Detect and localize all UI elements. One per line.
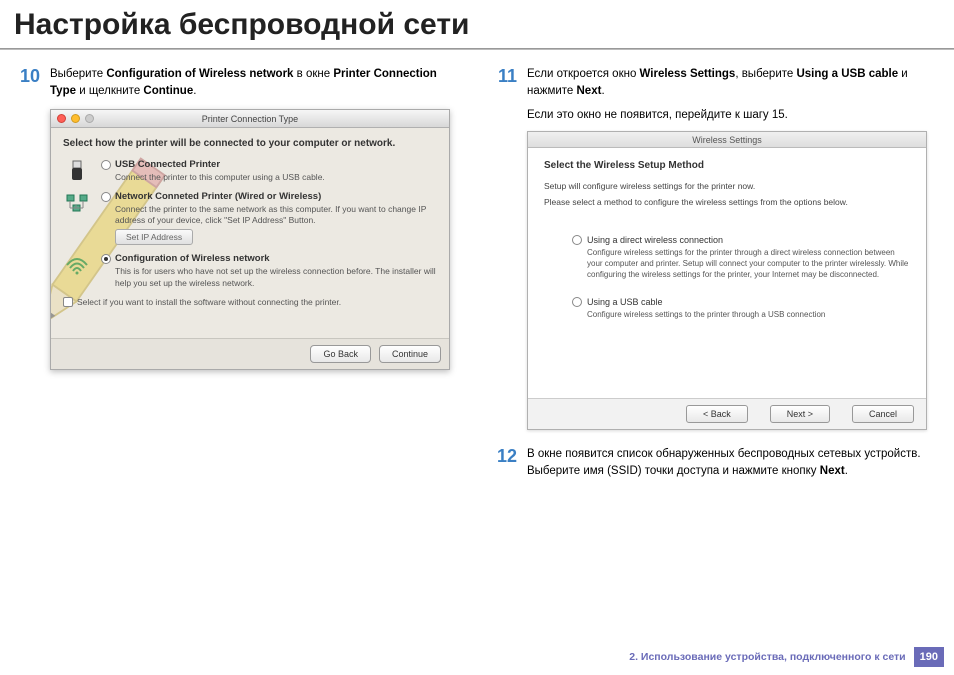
desc: This is for users who have not set up th… xyxy=(115,266,437,288)
t: . xyxy=(193,85,196,97)
step-number: 10 xyxy=(14,66,40,99)
dialog-titlebar: Printer Connection Type xyxy=(51,110,449,128)
footer-chapter: 2. Использование устройства, подключенно… xyxy=(629,651,905,663)
label: Configuration of Wireless network xyxy=(115,253,270,264)
radio-icon[interactable] xyxy=(572,235,582,245)
printer-connection-dialog: Printer Connection Type Select how the p… xyxy=(50,109,450,370)
label: Select if you want to install the softwa… xyxy=(77,297,341,307)
dialog-heading: Select how the printer will be connected… xyxy=(63,138,437,149)
label: USB Connected Printer xyxy=(115,159,220,170)
step-number: 11 xyxy=(491,66,517,99)
set-ip-button[interactable]: Set IP Address xyxy=(115,229,193,245)
step-text: Выберите Configuration of Wireless netwo… xyxy=(50,66,463,99)
dialog-footer: Go Back Continue xyxy=(51,338,449,369)
t: Если откроется окно xyxy=(527,68,640,80)
install-without-printer-checkbox[interactable]: Select if you want to install the softwa… xyxy=(63,297,437,307)
cancel-button[interactable]: Cancel xyxy=(852,405,914,423)
right-column: 11 Если откроется окно Wireless Settings… xyxy=(491,66,940,490)
title-underline xyxy=(0,48,954,50)
label: Network Conneted Printer (Wired or Wirel… xyxy=(115,191,321,202)
radio-icon[interactable] xyxy=(101,254,111,264)
step-11: 11 Если откроется окно Wireless Settings… xyxy=(491,66,940,99)
label: Using a direct wireless connection xyxy=(587,235,723,245)
checkbox-icon[interactable] xyxy=(63,297,73,307)
dialog-sub1: Setup will configure wireless settings f… xyxy=(544,181,910,191)
dialog-heading: Select the Wireless Setup Method xyxy=(544,160,910,171)
t: и щелкните xyxy=(76,85,143,97)
desc: Configure wireless settings for the prin… xyxy=(587,248,910,280)
back-button[interactable]: < Back xyxy=(686,405,748,423)
b: Configuration of Wireless network xyxy=(106,68,293,80)
wifi-icon xyxy=(63,253,91,277)
b: Next xyxy=(577,85,602,97)
t: . xyxy=(845,465,848,477)
option-wireless-config[interactable]: Configuration of Wireless network This i… xyxy=(63,253,437,288)
b: Wireless Settings xyxy=(640,68,736,80)
desc: Configure wireless settings to the print… xyxy=(587,310,910,321)
option-usb-cable[interactable]: Using a USB cable Configure wireless set… xyxy=(572,297,910,321)
page-footer: 2. Использование устройства, подключенно… xyxy=(629,647,944,667)
option-direct-wireless[interactable]: Using a direct wireless connection Confi… xyxy=(572,235,910,280)
desc: Connect the printer to the same network … xyxy=(115,204,437,226)
desc: Connect the printer to this computer usi… xyxy=(115,172,437,183)
network-icon xyxy=(63,191,91,215)
page-title: Настройка беспроводной сети xyxy=(0,0,954,48)
step-10: 10 Выберите Configuration of Wireless ne… xyxy=(14,66,463,99)
b: Continue xyxy=(143,85,193,97)
option-usb[interactable]: USB Connected Printer Connect the printe… xyxy=(63,159,437,183)
radio-icon[interactable] xyxy=(572,297,582,307)
dialog-footer: < Back Next > Cancel xyxy=(528,398,926,429)
step-text: Если откроется окно Wireless Settings, в… xyxy=(527,66,940,99)
go-back-button[interactable]: Go Back xyxy=(310,345,371,363)
option-network[interactable]: Network Conneted Printer (Wired or Wirel… xyxy=(63,191,437,245)
wireless-settings-dialog: Wireless Settings Select the Wireless Se… xyxy=(527,131,927,430)
dialog-title: Wireless Settings xyxy=(528,132,926,148)
step-text: В окне появится список обнаруженных бесп… xyxy=(527,446,940,479)
dialog-title: Printer Connection Type xyxy=(51,114,449,124)
step-11-sub: Если это окно не появится, перейдите к ш… xyxy=(527,109,940,121)
b: Using a USB cable xyxy=(796,68,898,80)
t: Выберите xyxy=(50,68,106,80)
t: В окне появится список обнаруженных бесп… xyxy=(527,448,921,477)
dialog-sub2: Please select a method to configure the … xyxy=(544,197,910,207)
b: Next xyxy=(820,465,845,477)
t: в окне xyxy=(293,68,333,80)
t: . xyxy=(601,85,604,97)
label: Using a USB cable xyxy=(587,297,663,307)
t: , выберите xyxy=(735,68,796,80)
page-number: 190 xyxy=(914,647,944,667)
step-number: 12 xyxy=(491,446,517,479)
next-button[interactable]: Next > xyxy=(770,405,830,423)
usb-icon xyxy=(63,159,91,183)
left-column: 10 Выберите Configuration of Wireless ne… xyxy=(14,66,463,490)
radio-icon[interactable] xyxy=(101,160,111,170)
continue-button[interactable]: Continue xyxy=(379,345,441,363)
radio-icon[interactable] xyxy=(101,192,111,202)
step-12: 12 В окне появится список обнаруженных б… xyxy=(491,446,940,479)
